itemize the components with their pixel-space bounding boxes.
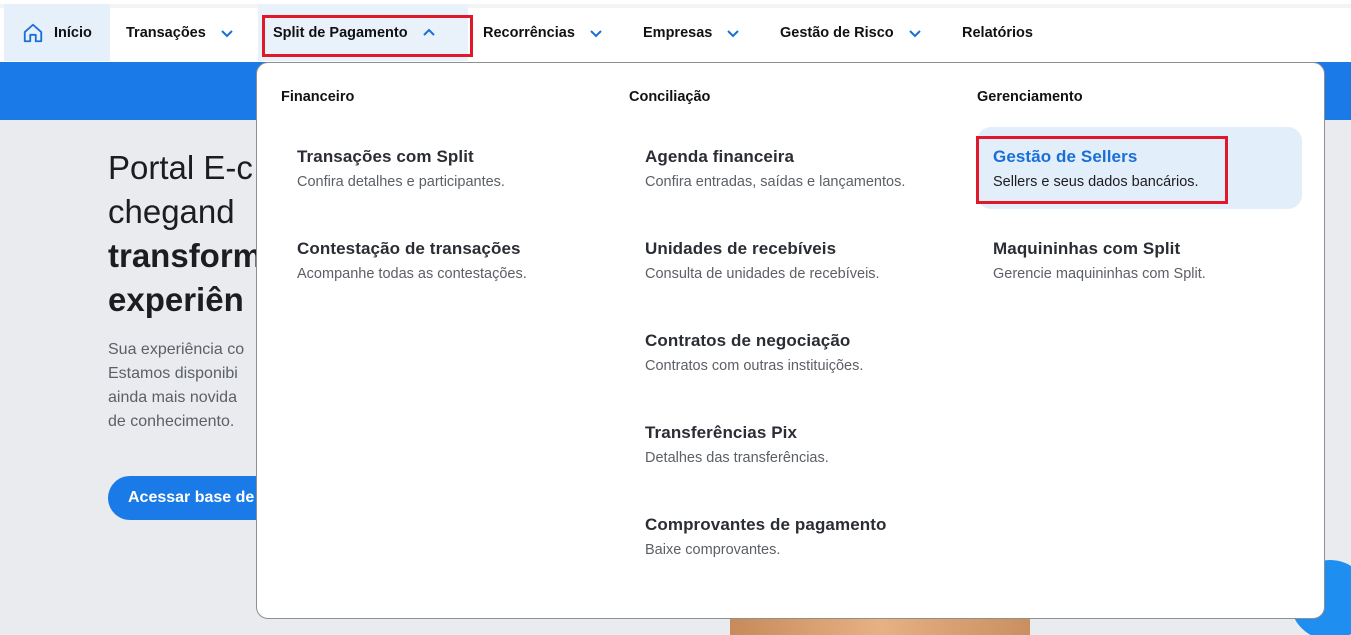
nav-empresas-label: Empresas: [643, 24, 713, 41]
menu-link-agenda-financeira[interactable]: Agenda financeira Confira entradas, saíd…: [629, 127, 954, 209]
nav-transacoes-label: Transações: [126, 24, 206, 41]
hero-title-line-2: chegand: [108, 193, 235, 230]
menu-link-title: Unidades de recebíveis: [645, 239, 837, 258]
nav-recorrencias-label: Recorrências: [483, 24, 575, 41]
nav-item-gestao-de-risco[interactable]: Gestão de Risco: [780, 4, 922, 61]
menu-link-description: Detalhes das transferências.: [645, 450, 829, 466]
hero-title: Portal E-c chegand transform experiên: [108, 146, 258, 322]
hero-description-line-2: Estamos disponibi: [108, 365, 238, 382]
nav-item-home[interactable]: Início: [4, 4, 110, 61]
menu-link-description: Confira entradas, saídas e lançamentos.: [645, 174, 906, 190]
menu-link-title: Agenda financeira: [645, 147, 795, 166]
menu-link-transferencias-pix[interactable]: Transferências Pix Detalhes das transfer…: [629, 403, 954, 485]
menu-link-unidades-recebiveis[interactable]: Unidades de recebíveis Consulta de unida…: [629, 219, 954, 301]
column-title-conciliacao: Conciliação: [629, 89, 711, 105]
menu-link-comprovantes[interactable]: Comprovantes de pagamento Baixe comprova…: [629, 495, 954, 577]
knowledge-base-button[interactable]: Acessar base de: [108, 476, 278, 520]
column-title-gerenciamento: Gerenciamento: [977, 89, 1083, 105]
menu-link-title: Contestação de transações: [297, 239, 521, 258]
nav-gestao-risco-label: Gestão de Risco: [780, 24, 894, 41]
menu-link-description: Baixe comprovantes.: [645, 542, 781, 558]
menu-link-description: Gerencie maquininhas com Split.: [993, 266, 1206, 282]
hero-title-line-3: transform: [108, 237, 258, 274]
menu-link-description: Consulta de unidades de recebíveis.: [645, 266, 880, 282]
nav-item-recorrencias[interactable]: Recorrências: [483, 4, 603, 61]
menu-link-description: Confira detalhes e participantes.: [297, 174, 505, 190]
highlight-box-split: [262, 15, 473, 57]
hero-description-line-4: de conhecimento.: [108, 413, 235, 430]
nav-item-transacoes[interactable]: Transações: [126, 4, 234, 61]
chevron-down-icon: [590, 29, 602, 37]
hero-description: Sua experiência co Estamos disponibi ain…: [108, 338, 258, 434]
hero-description-line-3: ainda mais novida: [108, 389, 237, 406]
menu-link-contratos-negociacao[interactable]: Contratos de negociação Contratos com ou…: [629, 311, 954, 393]
menu-link-contestacao[interactable]: Contestação de transações Acompanhe toda…: [281, 219, 606, 301]
chevron-down-icon: [727, 29, 740, 37]
home-icon: [23, 23, 43, 42]
chevron-down-icon: [908, 29, 921, 37]
nav-relatorios-label: Relatórios: [962, 24, 1033, 41]
menu-link-title: Contratos de negociação: [645, 331, 851, 350]
highlight-box-gestao-sellers: [976, 136, 1228, 204]
chevron-down-icon: [221, 29, 233, 37]
menu-link-title: Comprovantes de pagamento: [645, 515, 887, 534]
menu-link-title: Maquininhas com Split: [993, 239, 1181, 258]
menu-link-title: Transferências Pix: [645, 423, 798, 442]
hero-description-line-1: Sua experiência co: [108, 341, 245, 358]
menu-link-description: Acompanhe todas as contestações.: [297, 266, 527, 282]
menu-link-title: Transações com Split: [297, 147, 474, 166]
menu-link-description: Contratos com outras instituições.: [645, 358, 864, 374]
menu-link-maquininhas[interactable]: Maquininhas com Split Gerencie maquininh…: [977, 219, 1302, 301]
menu-link-transacoes-com-split[interactable]: Transações com Split Confira detalhes e …: [281, 127, 606, 209]
hero-title-line-4: experiên: [108, 281, 244, 318]
nav-home-label: Início: [54, 24, 92, 41]
column-title-financeiro: Financeiro: [281, 89, 355, 105]
hero-title-line-1: Portal E-c: [108, 149, 253, 186]
nav-item-relatorios[interactable]: Relatórios: [962, 4, 1033, 61]
nav-item-empresas[interactable]: Empresas: [643, 4, 740, 61]
knowledge-base-button-label: Acessar base de: [128, 489, 255, 506]
